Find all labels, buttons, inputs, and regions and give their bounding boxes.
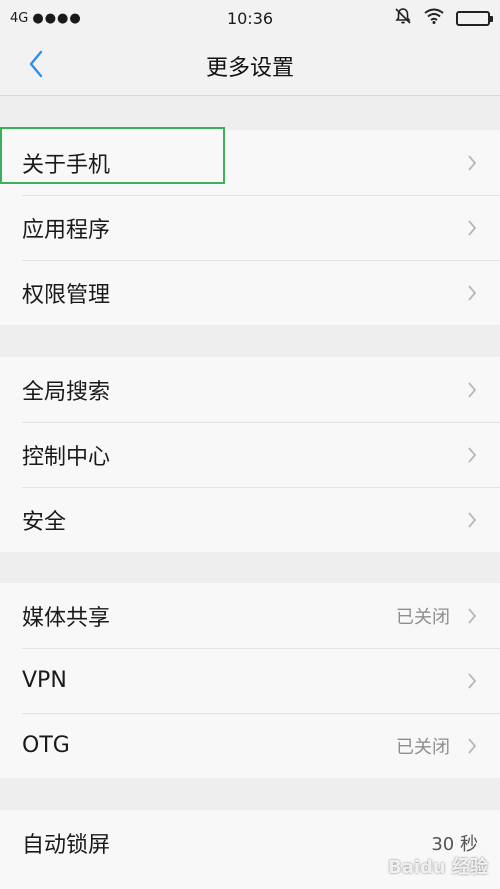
row-label: VPN <box>22 668 67 693</box>
row-right <box>450 446 478 464</box>
row-label: 媒体共享 <box>22 605 111 631</box>
row-right <box>450 511 478 529</box>
settings-row-applications[interactable]: 应用程序 <box>0 195 500 260</box>
row-label: 应用程序 <box>22 217 111 243</box>
row-right <box>450 672 478 690</box>
row-value: 已关闭 <box>396 606 450 628</box>
signal-strength: ●●●● <box>32 10 82 26</box>
settings-row-about-phone[interactable]: 关于手机 <box>0 130 500 195</box>
row-right <box>450 154 478 172</box>
settings-row-media-sharing[interactable]: 媒体共享 已关闭 <box>0 583 500 648</box>
settings-group-3: 媒体共享 已关闭 VPN OTG 已关闭 <box>0 583 500 778</box>
watermark: Baidu 经验 <box>387 857 488 878</box>
network-type: 4G <box>10 10 29 26</box>
row-label: 全局搜索 <box>22 379 111 405</box>
row-right <box>450 381 478 399</box>
chevron-right-icon <box>466 154 478 172</box>
chevron-right-icon <box>466 511 478 529</box>
chevron-right-icon <box>466 219 478 237</box>
settings-group-2: 全局搜索 控制中心 安全 <box>0 357 500 552</box>
settings-group-1: 关于手机 应用程序 权限管理 <box>0 130 500 325</box>
chevron-right-icon <box>466 607 478 625</box>
navigation-bar: 更多设置 <box>0 36 500 96</box>
bell-off-icon <box>394 7 412 29</box>
settings-row-security[interactable]: 安全 <box>0 487 500 552</box>
chevron-right-icon <box>466 737 478 755</box>
settings-row-global-search[interactable]: 全局搜索 <box>0 357 500 422</box>
row-right <box>450 284 478 302</box>
row-label: 关于手机 <box>22 152 111 178</box>
status-right <box>350 7 493 29</box>
row-label: 安全 <box>22 509 67 535</box>
settings-row-permissions[interactable]: 权限管理 <box>0 260 500 325</box>
wifi-icon <box>424 8 444 28</box>
chevron-right-icon <box>466 446 478 464</box>
chevron-right-icon <box>466 672 478 690</box>
back-button[interactable] <box>18 48 54 84</box>
row-right: 30 秒 <box>431 830 478 856</box>
row-right <box>450 219 478 237</box>
status-left: 4G ●●●● <box>10 11 130 26</box>
battery-icon <box>456 10 493 26</box>
row-label: 控制中心 <box>22 444 111 470</box>
back-arrow-icon <box>28 50 44 82</box>
chevron-right-icon <box>466 381 478 399</box>
row-right: 已关闭 <box>396 603 478 629</box>
settings-row-vpn[interactable]: VPN <box>0 648 500 713</box>
settings-row-otg[interactable]: OTG 已关闭 <box>0 713 500 778</box>
row-label: 权限管理 <box>22 282 111 308</box>
status-bar: 4G ●●●● 10:36 <box>0 0 500 36</box>
chevron-right-icon <box>466 284 478 302</box>
row-label: OTG <box>22 733 70 758</box>
page-title: 更多设置 <box>205 55 294 81</box>
row-value: 30 秒 <box>431 833 478 855</box>
row-right: 已关闭 <box>396 733 478 759</box>
row-value: 已关闭 <box>396 736 450 758</box>
settings-row-control-center[interactable]: 控制中心 <box>0 422 500 487</box>
row-label: 自动锁屏 <box>22 832 111 858</box>
